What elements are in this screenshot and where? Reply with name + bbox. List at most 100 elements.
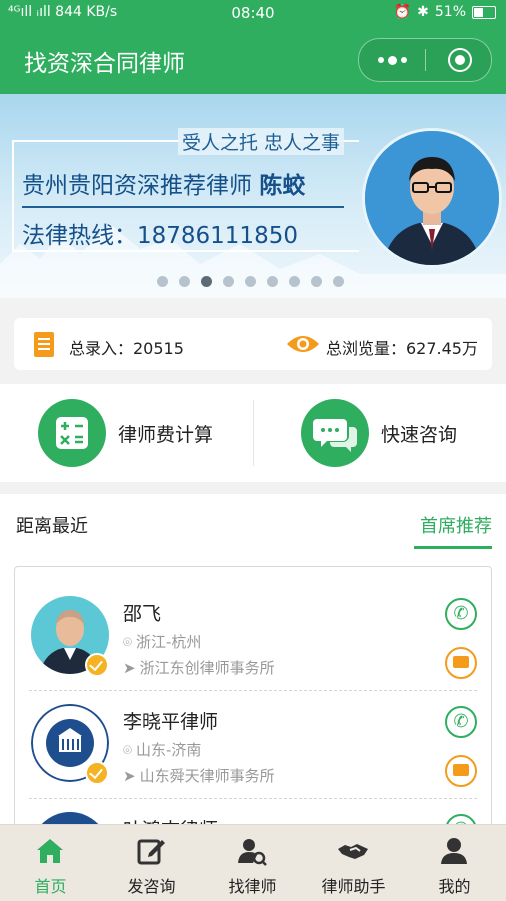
chat-bubbles-icon — [301, 399, 369, 467]
banner-hotline: 法律热线：18786111850 — [22, 223, 298, 249]
total-views: 总浏览量：627.45万 — [326, 339, 478, 358]
lawyer-item[interactable]: 邵飞 ⌾ 浙江-杭州 ➤ 浙江东创律师事务所 ✆ — [15, 583, 491, 691]
phone-icon: ✆ — [453, 711, 469, 732]
edit-icon — [137, 839, 165, 865]
call-button[interactable]: ✆ — [445, 706, 477, 738]
tab-home-label: 首页 — [34, 877, 67, 896]
tab-post-consult[interactable]: 发咨询 — [101, 825, 202, 901]
phone-icon: ✆ — [453, 603, 469, 624]
more-dot — [400, 57, 407, 63]
battery-icon — [472, 5, 496, 19]
close-mini-program-button[interactable] — [448, 48, 472, 72]
carousel-dot[interactable] — [223, 276, 234, 287]
banner-lawyer-name: 陈蛟 — [259, 173, 306, 199]
alarm-icon: ⏰ — [393, 4, 412, 20]
search-user-icon — [238, 839, 267, 866]
capsule-divider — [425, 49, 426, 71]
location-text: 浙江-杭州 — [136, 633, 202, 651]
location-pin-icon: ⌾ — [123, 632, 133, 651]
more-dot — [387, 55, 397, 65]
tab-find-lawyer-label: 找律师 — [228, 877, 277, 896]
banner-headline: 贵州贵阳资深推荐律师 陈蛟 — [22, 166, 305, 200]
bluetooth-icon: ✱ — [417, 4, 429, 20]
message-button[interactable] — [445, 647, 477, 679]
lawyer-list: 邵飞 ⌾ 浙江-杭州 ➤ 浙江东创律师事务所 ✆ 李晓平律师 ⌾ 山东-济南 ➤… — [14, 566, 492, 824]
fee-calculator-label: 律师费计算 — [118, 423, 214, 446]
carousel-dot[interactable] — [201, 276, 212, 287]
verified-badge-icon — [85, 761, 109, 785]
lawyer-name: 叶鸿志律师 — [123, 815, 218, 824]
firm-text: 山东舜天律师事务所 — [139, 767, 275, 785]
tab-profile[interactable]: 我的 — [404, 825, 505, 901]
lawyer-item[interactable]: 李晓平律师 ⌾ 山东-济南 ➤ 山东舜天律师事务所 ✆ — [15, 691, 491, 799]
doc-line — [38, 348, 50, 350]
tab-featured[interactable]: 首席推荐 — [420, 512, 492, 538]
actions-divider — [253, 400, 254, 466]
tab-lawyer-assistant-label: 律师助手 — [321, 877, 386, 896]
eye-icon — [287, 336, 319, 352]
status-icons: ⏰ ✱ 51% — [394, 4, 496, 20]
carousel-indicator — [157, 276, 344, 287]
doc-line — [38, 343, 50, 345]
nav-bar: 找资深合同律师 — [0, 26, 506, 94]
call-button[interactable]: ✆ — [445, 598, 477, 630]
tab-post-consult-label: 发咨询 — [127, 877, 176, 896]
sort-tabs: 距离最近 首席推荐 — [0, 494, 506, 551]
fee-calculator-button[interactable]: 律师费计算 — [38, 399, 213, 467]
lawyer-firm: ➤ 山东舜天律师事务所 — [123, 765, 275, 786]
portrait-illustration — [365, 131, 499, 265]
quick-consult-button[interactable]: 快速咨询 — [301, 399, 457, 467]
message-button[interactable] — [445, 755, 477, 787]
banner-headline-text: 贵州贵阳资深推荐律师 — [22, 173, 252, 199]
doc-line — [38, 338, 50, 340]
home-icon — [37, 839, 63, 863]
document-icon — [34, 332, 54, 357]
lawyer-name: 邵飞 — [123, 603, 162, 625]
tab-find-lawyer[interactable]: 找律师 — [202, 825, 303, 901]
location-pin-icon: ⌾ — [123, 740, 133, 759]
verified-badge-icon — [85, 653, 109, 677]
location-text: 山东-济南 — [136, 741, 202, 759]
quick-consult-label: 快速咨询 — [381, 423, 458, 446]
battery-percent: 51% — [434, 4, 466, 20]
lawyer-location: ⌾ 山东-济南 — [123, 739, 201, 760]
tab-nearest[interactable]: 距离最近 — [16, 512, 88, 538]
status-bar: ⁴ᴳıll ᵢıll 844 KB/s 08:40 ⏰ ✱ 51% — [0, 0, 506, 26]
carousel-dot[interactable] — [289, 276, 300, 287]
lawyer-name: 李晓平律师 — [123, 711, 219, 733]
carousel-dot[interactable] — [157, 276, 168, 287]
active-tab-underline — [414, 546, 492, 549]
carousel-dot[interactable] — [267, 276, 278, 287]
lawyer-location: ⌾ 浙江-杭州 — [123, 631, 201, 652]
more-dot — [377, 57, 384, 63]
carousel-dot[interactable] — [333, 276, 344, 287]
carousel-dot[interactable] — [179, 276, 190, 287]
quick-actions: 律师费计算 快速咨询 — [0, 384, 506, 482]
banner-slogan: 受人之托 忠人之事 — [178, 128, 345, 155]
navigation-arrow-icon: ➤ — [123, 766, 136, 785]
call-button[interactable]: ✆ — [445, 814, 477, 824]
bottom-tab-bar: 首页 发咨询 找律师 律师助手 我的 — [0, 824, 506, 901]
stats-card: 总录入：20515 总浏览量：627.45万 — [14, 318, 492, 370]
user-icon — [441, 838, 467, 864]
lawyer-list-section: 邵飞 ⌾ 浙江-杭州 ➤ 浙江东创律师事务所 ✆ 李晓平律师 ⌾ 山东-济南 ➤… — [0, 550, 506, 824]
firm-text: 浙江东创律师事务所 — [139, 659, 275, 677]
promo-banner[interactable]: 受人之托 忠人之事 贵州贵阳资深推荐律师 陈蛟 法律热线：18786111850 — [0, 94, 506, 298]
carousel-dot[interactable] — [245, 276, 256, 287]
lawyer-firm: ➤ 浙江东创律师事务所 — [123, 657, 275, 678]
handshake-icon — [338, 844, 368, 859]
tab-profile-label: 我的 — [438, 877, 471, 896]
page-title: 找资深合同律师 — [24, 51, 185, 77]
tab-lawyer-assistant[interactable]: 律师助手 — [303, 825, 404, 901]
total-entries: 总录入：20515 — [69, 339, 184, 358]
carousel-dot[interactable] — [311, 276, 322, 287]
more-menu-button[interactable] — [359, 39, 425, 81]
lawyer-item[interactable]: 叶鸿志律师 ✆ — [15, 799, 491, 824]
navigation-arrow-icon: ➤ — [123, 658, 136, 677]
tab-home[interactable]: 首页 — [0, 825, 101, 901]
mini-program-capsule — [358, 38, 492, 82]
lawyer-avatar — [31, 812, 109, 824]
banner-lawyer-portrait — [362, 128, 502, 268]
banner-rule — [22, 206, 344, 208]
calculator-icon — [38, 399, 106, 467]
